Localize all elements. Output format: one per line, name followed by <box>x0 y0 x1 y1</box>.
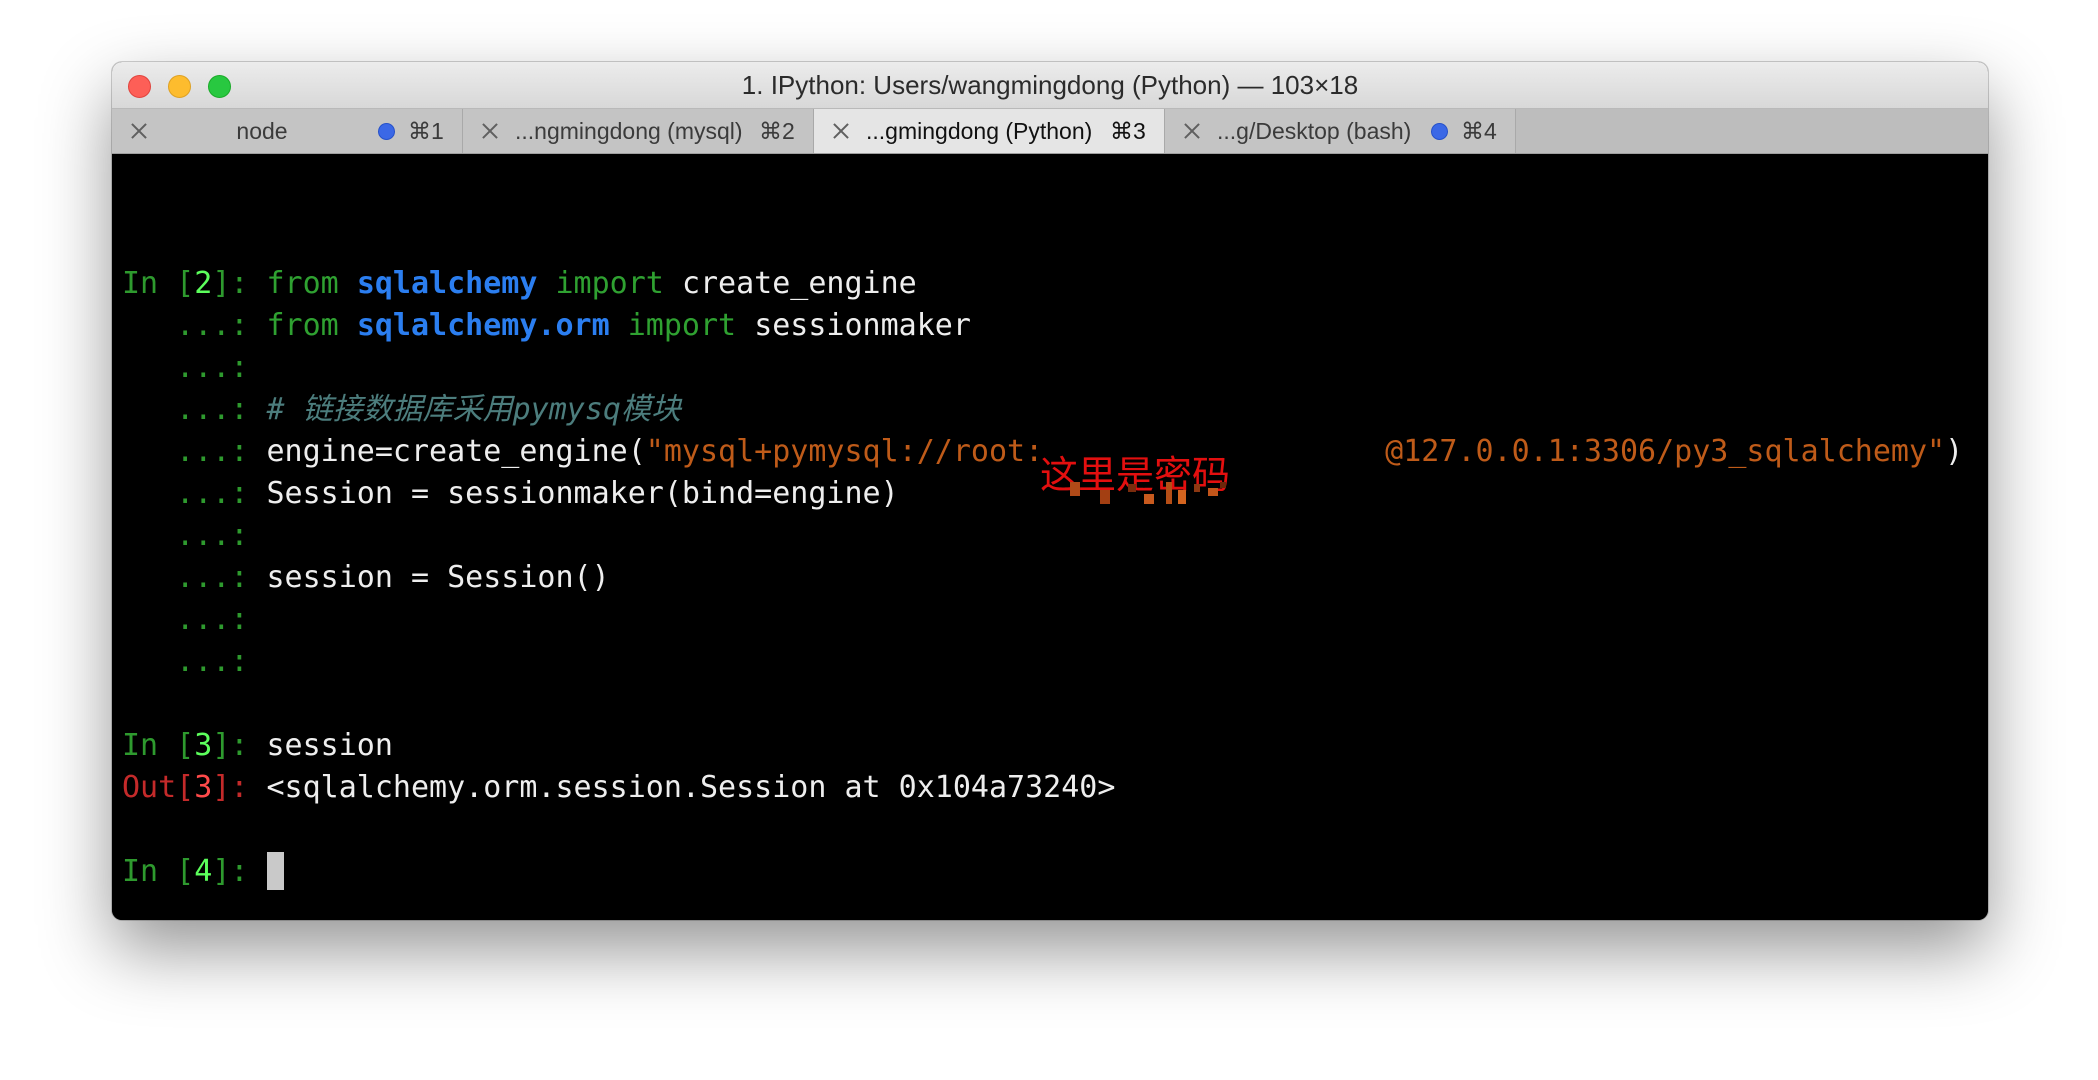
in-prompt: In [ <box>122 266 195 301</box>
module-name: sqlalchemy <box>356 266 538 301</box>
continuation-line: ...: # 链接数据库采用pymysq模块 <box>122 390 681 430</box>
tab-mysql[interactable]: ...ngmingdong (mysql) ⌘2 <box>463 109 814 153</box>
terminal-output[interactable]: In [2]: from sqlalchemy import create_en… <box>112 154 1988 920</box>
tab-label: node <box>236 118 288 144</box>
imported-name: create_engine <box>681 266 917 301</box>
window-title: 1. IPython: Users/wangmingdong (Python) … <box>741 70 1359 100</box>
tab-shortcut: ⌘3 <box>1110 118 1146 144</box>
tab-label: ...g/Desktop (bash) <box>1217 118 1412 144</box>
tab-shortcut: ⌘2 <box>759 118 795 144</box>
close-icon[interactable] <box>1179 118 1205 144</box>
keyword: import <box>627 308 737 343</box>
prompt-number: 3 <box>194 728 213 763</box>
tab-label: ...gmingdong (Python) <box>866 118 1093 144</box>
input-line[interactable]: In [4]: <box>122 851 284 892</box>
code-text: session <box>266 728 393 763</box>
prompt-close: ]: <box>212 770 267 805</box>
terminal-window: 1. IPython: Users/wangmingdong (Python) … <box>112 62 1988 920</box>
continuation-prompt: ...: <box>122 350 267 385</box>
keyword: from <box>266 266 339 301</box>
title-bar[interactable]: 1. IPython: Users/wangmingdong (Python) … <box>112 62 1988 109</box>
url-string-end: @127.0.0.1:3306/py3_sqlalchemy" <box>1385 434 1946 469</box>
in-prompt: In [ <box>122 854 195 889</box>
engine-call: engine=create_engine( <box>266 434 646 469</box>
continuation-line: ...: <box>122 600 267 640</box>
code-text: session = Session() <box>266 560 610 595</box>
continuation-line: ...: <box>122 348 267 388</box>
code-text: Session = sessionmaker(bind=engine) <box>266 476 899 511</box>
module-name: sqlalchemy.orm <box>356 308 610 343</box>
tab-shortcut: ⌘1 <box>408 118 444 144</box>
in-prompt: In [ <box>122 728 195 763</box>
continuation-prompt: ...: <box>122 392 267 427</box>
output-text: <sqlalchemy.orm.session.Session at 0x104… <box>266 770 1116 805</box>
tab-python[interactable]: ...gmingdong (Python) ⌘3 <box>814 109 1165 153</box>
out-prompt: Out[ <box>122 770 195 805</box>
continuation-prompt: ...: <box>122 476 267 511</box>
imported-name: sessionmaker <box>754 308 971 343</box>
close-icon[interactable] <box>477 118 503 144</box>
continuation-prompt: ...: <box>122 602 267 637</box>
tab-bar: node ⌘1 ...ngmingdong (mysql) ⌘2 ...gmin… <box>112 109 1988 154</box>
prompt-number: 3 <box>194 770 213 805</box>
continuation-line: ...: session = Session() <box>122 558 610 598</box>
engine-call-close: ) <box>1945 434 1964 469</box>
prompt-close: ]: <box>212 266 267 301</box>
continuation-prompt: ...: <box>122 308 267 343</box>
keyword: import <box>555 266 664 301</box>
input-line: In [2]: from sqlalchemy import create_en… <box>122 264 917 304</box>
tab-bash[interactable]: ...g/Desktop (bash) ⌘4 <box>1165 109 1516 153</box>
continuation-prompt: ...: <box>122 560 267 595</box>
close-icon[interactable] <box>828 118 854 144</box>
prompt-number: 4 <box>194 854 213 889</box>
continuation-line: ...: Session = sessionmaker(bind=engine) <box>122 474 899 514</box>
tab-shortcut: ⌘4 <box>1461 118 1497 144</box>
tab-label: ...ngmingdong (mysql) <box>515 118 743 144</box>
activity-dot-icon <box>1431 123 1448 140</box>
input-line: In [3]: session <box>122 726 393 766</box>
url-string-start: "mysql+pymysql://root: <box>645 434 1044 469</box>
pixelated-redaction <box>1070 482 1226 506</box>
tab-node[interactable]: node ⌘1 <box>112 109 463 153</box>
code-comment: # 链接数据库采用pymysq模块 <box>266 392 682 427</box>
keyword: from <box>266 308 339 343</box>
continuation-line: ...: <box>122 642 267 682</box>
output-line: Out[3]: <sqlalchemy.orm.session.Session … <box>122 768 1115 808</box>
activity-dot-icon <box>378 123 395 140</box>
prompt-close: ]: <box>212 854 267 889</box>
text-cursor[interactable] <box>266 851 284 890</box>
continuation-prompt: ...: <box>122 518 267 553</box>
continuation-line: ...: from sqlalchemy.orm import sessionm… <box>122 306 971 346</box>
prompt-close: ]: <box>212 728 267 763</box>
prompt-number: 2 <box>194 266 213 301</box>
continuation-line: ...: <box>122 516 267 556</box>
continuation-prompt: ...: <box>122 434 267 469</box>
continuation-prompt: ...: <box>122 644 267 679</box>
